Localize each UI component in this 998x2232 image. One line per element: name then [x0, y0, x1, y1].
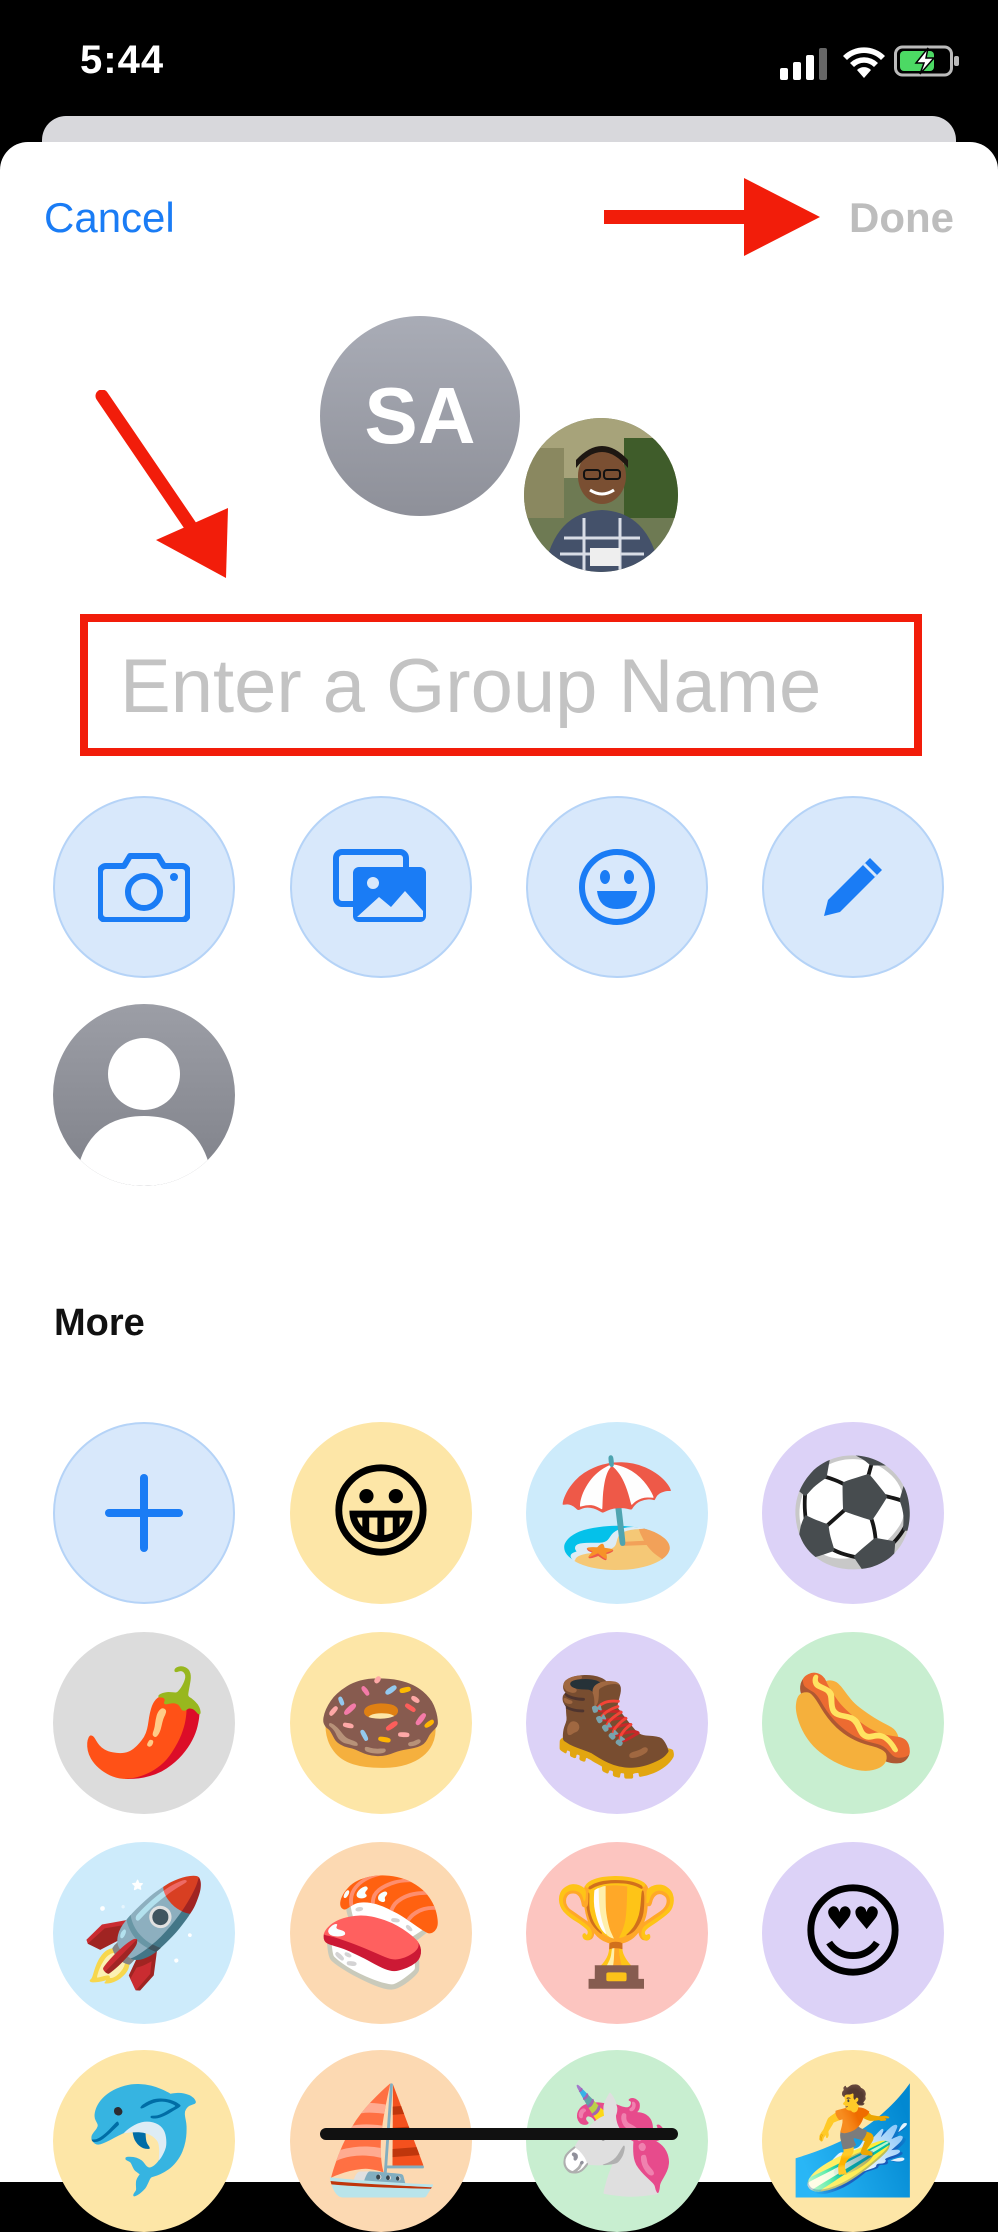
annotation-arrow-right: [604, 178, 820, 256]
group-avatar-initials: SA: [320, 316, 520, 516]
emoji-option[interactable]: 🍩: [290, 1632, 472, 1814]
camera-icon: [98, 853, 190, 922]
cancel-button[interactable]: Cancel: [44, 194, 175, 242]
emoji-option[interactable]: 🌶️: [53, 1632, 235, 1814]
sailboat-emoji: ⛵: [316, 2083, 446, 2199]
emoji-option[interactable]: 🌭: [762, 1632, 944, 1814]
heart-eyes-emoji: 😍: [798, 1875, 908, 1991]
doughnut-emoji: 🍩: [316, 1665, 446, 1781]
status-bar: 5:44: [0, 0, 998, 120]
grinning-face-emoji: 😀: [326, 1455, 436, 1571]
person-avatar-button[interactable]: [53, 1004, 235, 1186]
more-section-title: More: [54, 1302, 145, 1344]
pencil-icon: [824, 858, 882, 916]
cellular-signal-icon: [780, 48, 827, 80]
unicorn-emoji: 🦄: [552, 2083, 682, 2199]
emoji-option[interactable]: 🏄: [762, 2050, 944, 2232]
add-custom-button[interactable]: [53, 1422, 235, 1604]
status-time: 5:44: [80, 38, 165, 82]
trophy-emoji: 🏆: [552, 1875, 682, 1991]
photo-library-button[interactable]: [290, 796, 472, 978]
rocket-emoji: 🚀: [79, 1875, 209, 1991]
soccer-ball-emoji: ⚽: [788, 1455, 918, 1571]
wifi-icon: [843, 47, 885, 78]
hot-pepper-emoji: 🌶️: [79, 1665, 209, 1781]
emoji-option[interactable]: 😍: [762, 1842, 944, 2024]
add-icon: [105, 1474, 183, 1552]
member-photo-avatar: [524, 418, 678, 572]
sushi-emoji: 🍣: [316, 1875, 446, 1991]
surfer-emoji: 🏄: [788, 2083, 918, 2199]
camera-button[interactable]: [53, 796, 235, 978]
draw-button[interactable]: [762, 796, 944, 978]
emoji-icon: [579, 849, 655, 925]
emoji-option[interactable]: 🐬: [53, 2050, 235, 2232]
hiking-boot-emoji: 🥾: [552, 1665, 682, 1781]
person-icon: [79, 1038, 209, 1186]
emoji-button[interactable]: [526, 796, 708, 978]
emoji-option[interactable]: 🥾: [526, 1632, 708, 1814]
emoji-option[interactable]: 🚀: [53, 1842, 235, 2024]
hot-dog-emoji: 🌭: [788, 1665, 918, 1781]
battery-charging-icon: [894, 45, 959, 77]
emoji-option[interactable]: ⚽: [762, 1422, 944, 1604]
emoji-option[interactable]: 🍣: [290, 1842, 472, 2024]
emoji-option[interactable]: ⛵: [290, 2050, 472, 2232]
photos-icon: [333, 849, 426, 922]
emoji-option[interactable]: 🦄: [526, 2050, 708, 2232]
group-name-highlight: [80, 614, 922, 756]
annotation-arrow-down: [95, 390, 228, 578]
home-indicator[interactable]: [320, 2128, 678, 2140]
emoji-option[interactable]: 🏖️: [526, 1422, 708, 1604]
group-name-input[interactable]: [118, 622, 892, 750]
done-button[interactable]: Done: [849, 194, 954, 242]
emoji-option[interactable]: 😀: [290, 1422, 472, 1604]
beach-emoji: 🏖️: [552, 1455, 682, 1571]
dolphin-emoji: 🐬: [79, 2083, 209, 2199]
emoji-option[interactable]: 🏆: [526, 1842, 708, 2024]
